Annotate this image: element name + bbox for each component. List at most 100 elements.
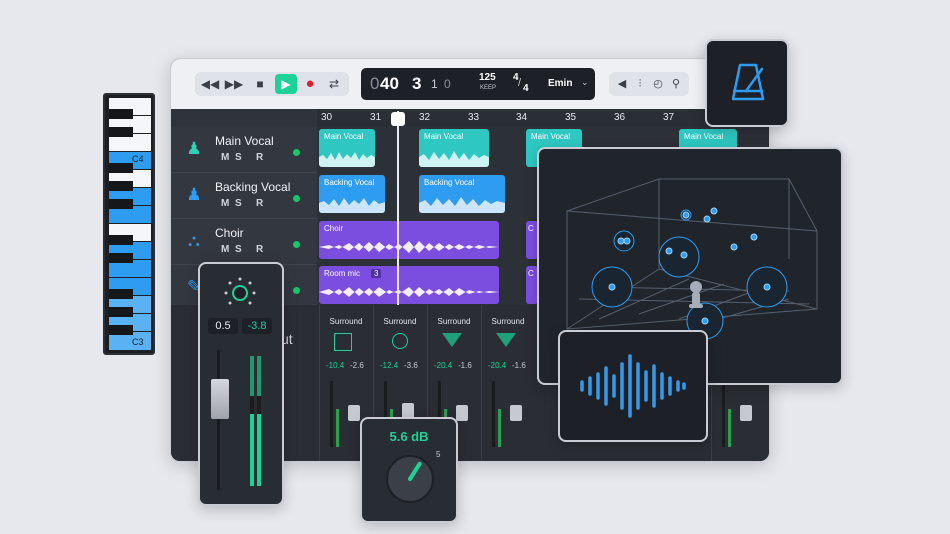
timeline-ruler[interactable]: 30 31 32 33 34 35 36 37 — [317, 109, 769, 127]
ruler-number: 36 — [614, 112, 626, 123]
waveform-icon — [580, 354, 686, 418]
clip-label: Choir — [324, 224, 344, 233]
level-meter-right-peak — [257, 356, 261, 396]
record-arm-button[interactable]: R — [256, 198, 263, 209]
pan-knob[interactable] — [223, 276, 257, 310]
mute-button[interactable]: M — [221, 152, 229, 163]
clip-label: C — [528, 269, 534, 278]
level-meter — [336, 409, 339, 447]
counter-tick: 0 — [444, 77, 451, 91]
right-tools: ◀ ⫶ ◴ ⚲ — [609, 72, 689, 96]
track-name: Choir — [215, 226, 244, 240]
strip-label: Surround — [383, 317, 417, 326]
fader-track[interactable] — [217, 350, 220, 490]
surround-icon[interactable] — [392, 333, 408, 349]
piano-keyboard[interactable]: C4 C3 — [103, 93, 155, 355]
knob-max-label: 5 — [436, 450, 441, 459]
rewind-icon[interactable]: ◀◀ — [199, 74, 221, 94]
clip-room-mic[interactable]: Room mic 3 — [319, 266, 499, 304]
solo-button[interactable]: S — [235, 244, 242, 255]
fader-track[interactable] — [330, 381, 333, 447]
key-selector[interactable]: Emin — [548, 78, 572, 89]
play-button[interactable]: ▶ — [275, 74, 297, 94]
track-status-led — [293, 241, 300, 248]
strip-label: Surround — [491, 317, 525, 326]
track-status-led — [293, 149, 300, 156]
metronome-panel[interactable] — [705, 39, 789, 127]
chevron-down-icon[interactable]: ⌄ — [581, 77, 589, 88]
tempo-value[interactable]: 125 — [479, 72, 496, 83]
track-header-main-vocal[interactable]: ♟ Main Vocal M S R — [171, 127, 317, 173]
strip-label: Surround — [437, 317, 471, 326]
record-button[interactable]: ● — [299, 74, 321, 94]
clip-label: Main Vocal — [531, 132, 571, 141]
playhead[interactable] — [397, 111, 399, 311]
loop-icon[interactable]: ⇄ — [323, 74, 345, 94]
record-arm-button[interactable]: R — [256, 152, 263, 163]
fader-handle[interactable] — [211, 379, 229, 419]
mute-button[interactable]: M — [221, 198, 229, 209]
lcd-display: 0 40 3 1 0 125 KEEP 4 / 4 Emin ⌄ — [361, 68, 595, 100]
fader-track[interactable] — [492, 381, 495, 447]
fader-track[interactable] — [722, 381, 725, 447]
pan-value[interactable]: 0.5 — [208, 318, 238, 334]
track-status-led — [293, 287, 300, 294]
surround-icon[interactable] — [442, 333, 462, 347]
playhead-handle[interactable] — [391, 112, 405, 126]
counter-sub: 1 — [431, 77, 438, 91]
clip-label: Main Vocal — [424, 132, 464, 141]
key-label-c3: C3 — [132, 337, 144, 347]
ruler-number: 37 — [663, 112, 675, 123]
clip-backing-vocal[interactable]: Backing Vocal — [319, 175, 385, 213]
fader-handle[interactable] — [740, 405, 752, 421]
track-name: Backing Vocal — [215, 180, 291, 194]
clip-label: C — [528, 224, 534, 233]
solo-button[interactable]: S — [235, 152, 242, 163]
clip-main-vocal[interactable]: Main Vocal — [419, 129, 489, 167]
singer-icon: ♟ — [186, 139, 202, 158]
strip-value-b: -3.6 — [404, 361, 418, 370]
channel-strip-panel: 0.5 -3.8 — [198, 262, 284, 506]
record-arm-button[interactable]: R — [256, 244, 263, 255]
clip-main-vocal[interactable]: Main Vocal — [319, 129, 375, 167]
clip-choir[interactable]: Choir — [319, 221, 499, 259]
ruler-number: 31 — [370, 112, 382, 123]
track-header-choir[interactable]: ⛬ Choir M S R — [171, 219, 317, 265]
level-meter — [498, 409, 501, 447]
track-header-backing-vocal[interactable]: ♟ Backing Vocal M S R — [171, 173, 317, 219]
waveform — [419, 197, 505, 213]
clip-label: Main Vocal — [684, 132, 724, 141]
stop-icon[interactable]: ■ — [249, 74, 271, 94]
key-label-c4: C4 — [132, 154, 144, 164]
transport-controls: ◀◀ ▶▶ ■ ▶ ● ⇄ — [195, 72, 349, 96]
surround-icon[interactable] — [496, 333, 516, 347]
gain-knob-panel: 5.6 dB 5 — [360, 417, 458, 523]
gain-value[interactable]: -3.8 — [242, 318, 272, 334]
waveform-panel[interactable] — [558, 330, 708, 442]
mute-button[interactable]: M — [221, 244, 229, 255]
solo-button[interactable]: S — [235, 198, 242, 209]
surround-icon[interactable] — [334, 333, 352, 351]
strip-value-b: -1.6 — [512, 361, 526, 370]
gain-knob[interactable] — [384, 453, 436, 505]
ruler-number: 30 — [321, 112, 333, 123]
clip-backing-vocal[interactable]: Backing Vocal — [419, 175, 505, 213]
waveform — [419, 151, 489, 167]
level-meter — [728, 409, 731, 447]
mixer-strip: Surround -20.4 -1.6 — [481, 305, 534, 461]
track-name: Main Vocal — [215, 134, 274, 148]
piano-keys[interactable] — [105, 95, 153, 353]
ruler-number: 35 — [565, 112, 577, 123]
waveform — [319, 152, 375, 167]
fader-handle[interactable] — [510, 405, 522, 421]
fast-forward-icon[interactable]: ▶▶ — [223, 74, 245, 94]
clip-label: Backing Vocal — [424, 178, 475, 187]
tuner-icon[interactable]: ⚲ — [665, 74, 687, 94]
strip-value-b: -1.6 — [458, 361, 472, 370]
fader-handle[interactable] — [456, 405, 468, 421]
waveform — [319, 241, 499, 253]
fader-handle[interactable] — [348, 405, 360, 421]
choir-icon: ⛬ — [188, 231, 200, 250]
time-sig-bottom[interactable]: 4 — [523, 83, 529, 94]
tempo-label: KEEP — [480, 85, 497, 91]
